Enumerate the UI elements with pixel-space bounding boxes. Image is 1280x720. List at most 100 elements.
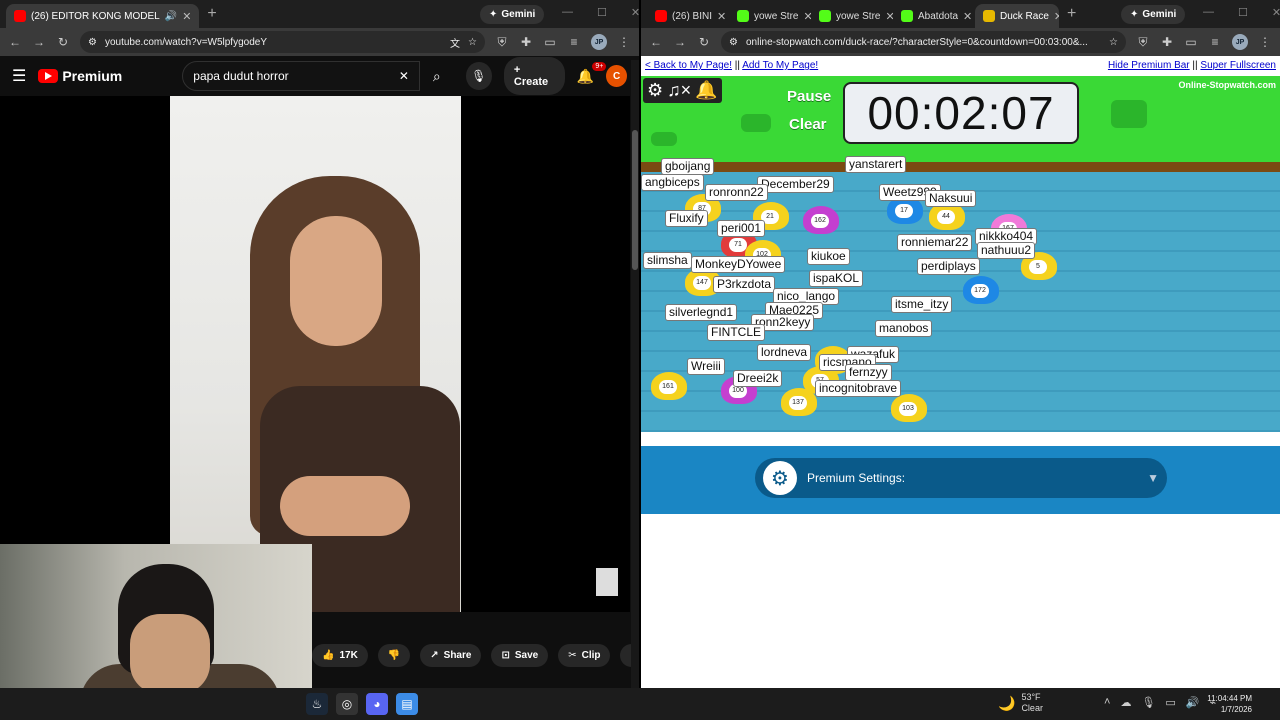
clip-label: Clip: [581, 650, 601, 661]
scrollbar-thumb[interactable]: [632, 130, 638, 270]
settings-gear-icon[interactable]: ⚙: [647, 80, 663, 101]
close-tab-icon[interactable]: ✕: [963, 10, 972, 23]
gemini-button[interactable]: ✦ Gemini: [1121, 5, 1186, 24]
bush: [741, 114, 771, 132]
create-button[interactable]: + Create: [503, 57, 565, 95]
gemini-label: Gemini: [501, 9, 536, 20]
close-tab-icon[interactable]: ✕: [803, 10, 811, 23]
close-tab-icon[interactable]: ✕: [717, 10, 726, 23]
chevron-down-icon[interactable]: ▼: [1147, 471, 1159, 485]
sound-bell-icon[interactable]: 🔔: [695, 80, 717, 101]
hamburger-menu-icon[interactable]: ☰: [12, 66, 26, 86]
onedrive-icon[interactable]: ☁: [1120, 696, 1131, 709]
bookmark-star-icon[interactable]: ☆: [1109, 37, 1118, 48]
extension-shield-icon[interactable]: ⛨: [1136, 35, 1150, 50]
close-window-icon[interactable]: ✕: [1272, 6, 1280, 19]
site-info-icon[interactable]: ⚙: [88, 37, 97, 48]
channel-watermark[interactable]: [596, 568, 618, 596]
notifications-bell-icon[interactable]: 🔔 9+: [577, 61, 607, 85]
share-button[interactable]: ↗ Share: [420, 644, 482, 667]
maximize-icon[interactable]: ☐: [1238, 6, 1248, 19]
tab-duck-race[interactable]: Duck Race ✕: [975, 4, 1059, 28]
duck-name-label: angbiceps: [641, 174, 704, 191]
extension-shield-icon[interactable]: ⛨: [495, 35, 509, 50]
sidebar-icon[interactable]: ▭: [1184, 35, 1198, 49]
screen-icon[interactable]: ▭: [1165, 696, 1175, 709]
browser-toolbar: ← → ↻ ⚙ online-stopwatch.com/duck-race/?…: [641, 28, 1280, 56]
menu-kebab-icon[interactable]: ⋮: [1258, 35, 1272, 49]
clear-button[interactable]: Clear: [789, 116, 827, 133]
minimize-icon[interactable]: —: [1203, 6, 1214, 19]
reload-icon[interactable]: ↻: [56, 35, 70, 49]
forward-icon[interactable]: →: [673, 35, 687, 49]
forward-icon[interactable]: →: [32, 35, 46, 49]
hide-premium-link[interactable]: Hide Premium Bar: [1108, 60, 1190, 71]
add-to-page-link[interactable]: Add To My Page!: [742, 60, 818, 71]
duck: 172: [963, 276, 999, 304]
tray-chevron-icon[interactable]: ˄: [1104, 696, 1110, 709]
close-tab-icon[interactable]: ✕: [182, 10, 191, 23]
chrome-icon[interactable]: ◎: [336, 693, 358, 715]
clear-search-icon[interactable]: ✕: [399, 69, 409, 83]
maximize-icon[interactable]: ☐: [597, 6, 607, 19]
gemini-label: Gemini: [1142, 9, 1177, 20]
youtube-favicon-icon: [655, 10, 667, 22]
duck-name-label: perdiplays: [917, 258, 980, 275]
voice-search-icon[interactable]: 🎙: [465, 62, 492, 90]
super-fullscreen-link[interactable]: Super Fullscreen: [1200, 60, 1276, 71]
account-avatar[interactable]: C: [606, 65, 627, 87]
discord-icon[interactable]: ◕: [366, 693, 388, 715]
notepad-icon[interactable]: ▤: [396, 693, 418, 715]
search-input[interactable]: papa dudut horror ✕: [182, 61, 420, 91]
duck-name-label: manobos: [875, 320, 933, 337]
close-window-icon[interactable]: ✕: [631, 6, 639, 19]
page-scrollbar[interactable]: [631, 60, 639, 688]
profile-avatar[interactable]: JP: [591, 34, 607, 50]
extensions-puzzle-icon[interactable]: ✚: [519, 35, 533, 49]
steam-icon[interactable]: ♨: [306, 693, 328, 715]
pause-button[interactable]: Pause: [787, 88, 831, 105]
duck-name-label: ronronn22: [705, 184, 768, 201]
mic-icon[interactable]: 🎙: [1141, 696, 1155, 709]
menu-kebab-icon[interactable]: ⋮: [617, 35, 631, 49]
bookmark-star-icon[interactable]: ☆: [468, 37, 477, 48]
premium-settings-bar[interactable]: ⚙ Premium Settings: ▼: [755, 458, 1167, 498]
tab-yowe-1[interactable]: yowe Stre ✕: [729, 4, 811, 28]
tab-abatdota[interactable]: Abatdota ✕: [893, 4, 975, 28]
media-controls-icon[interactable]: ≡: [567, 35, 581, 49]
save-button[interactable]: ⊡ Save: [491, 644, 549, 667]
close-tab-icon[interactable]: ✕: [885, 10, 893, 23]
new-tab-button[interactable]: +: [1059, 5, 1084, 23]
search-button[interactable]: ⌕: [420, 61, 454, 91]
weather-widget[interactable]: 🌙 53°F Clear: [998, 692, 1043, 714]
tab-yowe-2[interactable]: yowe Stre ✕: [811, 4, 893, 28]
tab-youtube[interactable]: (26) EDITOR KONG MODEL 🔊 ✕: [6, 4, 200, 28]
gemini-button[interactable]: ✦ Gemini: [480, 5, 545, 24]
media-controls-icon[interactable]: ≡: [1208, 35, 1222, 49]
clip-button[interactable]: ✂ Clip: [558, 644, 611, 667]
tab-bini[interactable]: (26) BINI ✕: [647, 4, 729, 28]
back-icon[interactable]: ←: [8, 35, 22, 49]
back-icon[interactable]: ←: [649, 35, 663, 49]
youtube-premium-logo[interactable]: Premium: [38, 68, 122, 84]
dislike-button[interactable]: 👎: [377, 644, 411, 667]
premium-settings-panel: ⚙ Premium Settings: ▼: [641, 446, 1280, 514]
logo-text: Premium: [62, 68, 123, 84]
like-button[interactable]: 👍 17K: [312, 644, 368, 667]
system-clock[interactable]: 11:04:44 PM 1/7/2026: [1207, 693, 1252, 715]
minimize-icon[interactable]: —: [562, 6, 573, 19]
reload-icon[interactable]: ↻: [697, 35, 711, 49]
translate-icon[interactable]: 文: [450, 35, 460, 50]
video-player[interactable]: [0, 96, 630, 612]
site-info-icon[interactable]: ⚙: [729, 37, 738, 48]
sidebar-icon[interactable]: ▭: [543, 35, 557, 49]
address-bar[interactable]: ⚙ youtube.com/watch?v=W5lpfygodeY 文 ☆: [80, 31, 485, 53]
volume-icon[interactable]: 🔊: [1186, 696, 1200, 709]
back-to-page-link[interactable]: < Back to My Page!: [645, 60, 732, 71]
music-mute-icon[interactable]: ♫×: [667, 80, 691, 101]
duck-name-label: Wreiii: [687, 358, 725, 375]
profile-avatar[interactable]: JP: [1232, 34, 1248, 50]
extensions-puzzle-icon[interactable]: ✚: [1160, 35, 1174, 49]
new-tab-button[interactable]: +: [199, 5, 224, 23]
address-bar[interactable]: ⚙ online-stopwatch.com/duck-race/?charac…: [721, 31, 1126, 53]
